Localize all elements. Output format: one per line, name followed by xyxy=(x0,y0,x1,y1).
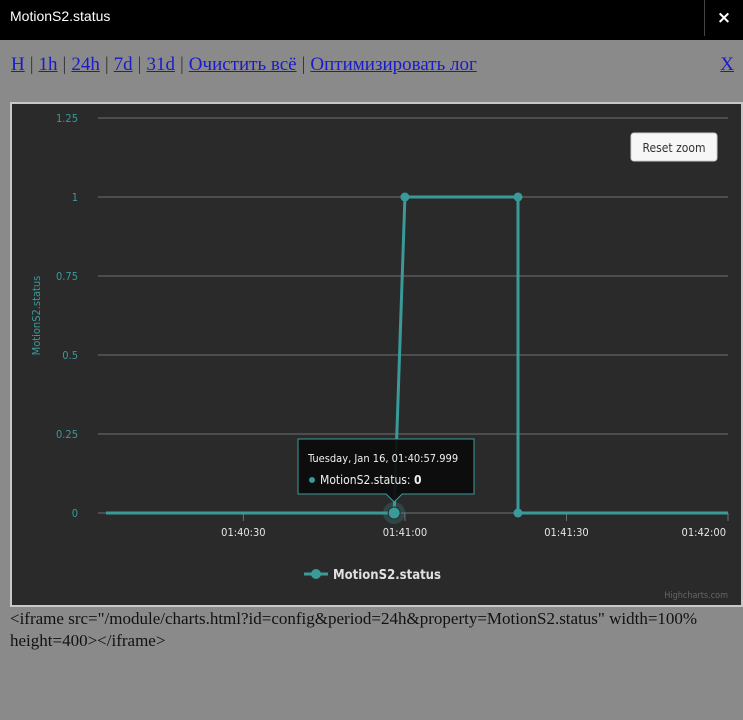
optimize-log-link[interactable]: Оптимизировать лог xyxy=(310,54,476,75)
data-point[interactable] xyxy=(513,192,523,202)
x-tick-label: 01:41:00 xyxy=(383,526,427,539)
separator: | xyxy=(301,54,306,75)
credits-link[interactable]: Highcharts.com xyxy=(664,591,728,601)
x-tick-label: 01:41:30 xyxy=(544,526,588,539)
close-button[interactable]: × xyxy=(704,0,743,36)
data-point[interactable] xyxy=(400,192,410,202)
close-chart-link[interactable]: X xyxy=(720,54,734,76)
y-tick-label: 0.5 xyxy=(62,349,78,362)
tooltip-series-marker xyxy=(309,477,315,483)
period-link-24h[interactable]: 24h xyxy=(71,54,100,75)
x-tick-label: 01:42:00 xyxy=(682,526,726,539)
data-point[interactable] xyxy=(513,508,523,518)
period-link-7d[interactable]: 7d xyxy=(114,54,133,75)
embed-code: <iframe src="/module/charts.html?id=conf… xyxy=(10,609,698,650)
title-bar: MotionS2.status × xyxy=(0,0,743,40)
x-tick-label: 01:40:30 xyxy=(221,526,265,539)
y-tick-label: 0.25 xyxy=(56,428,78,441)
period-link-h[interactable]: H xyxy=(11,54,25,75)
y-tick-label: 1 xyxy=(72,191,78,204)
data-point[interactable] xyxy=(387,506,401,520)
legend-marker[interactable] xyxy=(311,569,321,579)
separator: | xyxy=(137,54,142,75)
tooltip-title: Tuesday, Jan 16, 01:40:57.999 xyxy=(307,452,458,465)
reset-zoom-label[interactable]: Reset zoom xyxy=(643,141,706,155)
legend-item[interactable]: MotionS2.status xyxy=(333,568,441,583)
y-tick-label: 0.75 xyxy=(56,270,78,283)
separator: | xyxy=(29,54,34,75)
y-axis-title: MotionS2.status xyxy=(30,276,43,356)
tooltip-value: 0 xyxy=(414,473,422,487)
chart-svg: 0 0.25 0.5 0.75 1 1.25 01:40:30 01:41:00 01:41:3… xyxy=(30,112,729,601)
y-tick-label: 1.25 xyxy=(56,112,78,125)
tooltip-box xyxy=(297,438,475,503)
tooltip-series-text: MotionS2.status: 0 xyxy=(320,473,422,487)
window-title: MotionS2.status xyxy=(10,8,111,24)
separator: | xyxy=(179,54,184,75)
separator: | xyxy=(62,54,67,75)
period-nav: H | 1h | 24h | 7d | 31d | Очистить всё | Оптимизиров… xyxy=(11,54,477,76)
y-tick-label: 0 xyxy=(72,507,78,520)
period-link-31d[interactable]: 31d xyxy=(146,54,175,75)
clear-all-link[interactable]: Очистить всё xyxy=(189,54,297,75)
period-link-1h[interactable]: 1h xyxy=(39,54,58,75)
chart-container: 0 0.25 0.5 0.75 1 1.25 01:40:30 01:41:00 01:41:3… xyxy=(10,102,743,607)
separator: | xyxy=(104,54,109,75)
